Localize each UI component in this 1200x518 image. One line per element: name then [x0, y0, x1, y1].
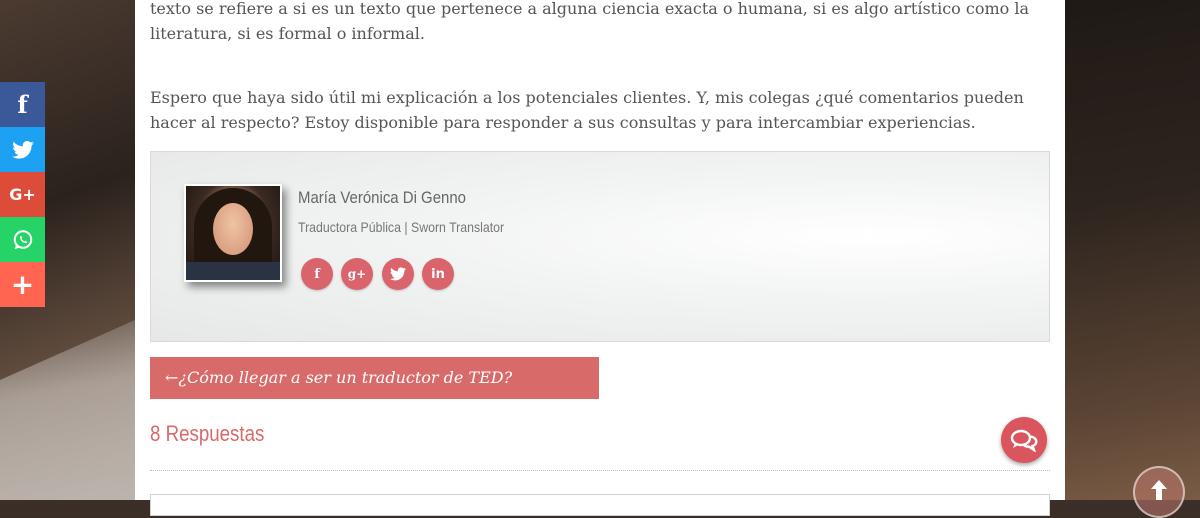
comment-box [150, 494, 1050, 516]
arrow-left-icon: ← [165, 368, 179, 387]
share-twitter-button[interactable] [0, 127, 45, 172]
comments-count-heading: 8 Respuestas [150, 421, 265, 446]
background-laptop [0, 320, 135, 500]
author-role: Traductora Pública | Sworn Translator [298, 219, 505, 235]
share-more-button[interactable]: + [0, 262, 45, 307]
article-content: texto se refiere a si es un texto que pe… [135, 0, 1065, 516]
previous-post-link[interactable]: ←¿Cómo llegar a ser un traductor de TED? [150, 357, 599, 399]
google-plus-icon: g+ [347, 267, 367, 281]
chat-button[interactable] [1001, 417, 1047, 463]
facebook-icon: f [17, 90, 28, 119]
twitter-icon [11, 140, 34, 159]
facebook-icon: f [314, 266, 320, 282]
google-plus-icon: G+ [9, 185, 36, 204]
author-twitter-icon[interactable] [382, 258, 414, 290]
author-linkedin-icon[interactable]: in [422, 258, 454, 290]
share-sidebar: f G+ + [0, 82, 45, 307]
whatsapp-icon [13, 229, 32, 249]
previous-post-title: ¿Cómo llegar a ser un traductor de TED? [178, 368, 513, 387]
share-google-plus-button[interactable]: G+ [0, 172, 45, 217]
share-facebook-button[interactable]: f [0, 82, 45, 127]
author-google-plus-icon[interactable]: g+ [341, 258, 373, 290]
arrow-up-icon [1151, 480, 1167, 500]
linkedin-icon: in [431, 266, 445, 282]
article-paragraph: Espero que haya sido útil mi explicación… [150, 88, 1024, 132]
chat-bubbles-icon [1010, 429, 1038, 452]
twitter-icon [390, 267, 406, 281]
scroll-to-top-button[interactable] [1133, 466, 1185, 518]
author-name: María Verónica Di Genno [298, 188, 466, 207]
divider [150, 470, 1050, 471]
author-avatar [184, 184, 282, 282]
background-right [1050, 0, 1200, 500]
share-whatsapp-button[interactable] [0, 217, 45, 262]
article-paragraph: texto se refiere a si es un texto que pe… [150, 0, 1030, 43]
author-box: María Verónica Di Genno Traductora Públi… [150, 151, 1050, 342]
author-facebook-icon[interactable]: f [301, 258, 333, 290]
plus-icon: + [10, 267, 35, 301]
